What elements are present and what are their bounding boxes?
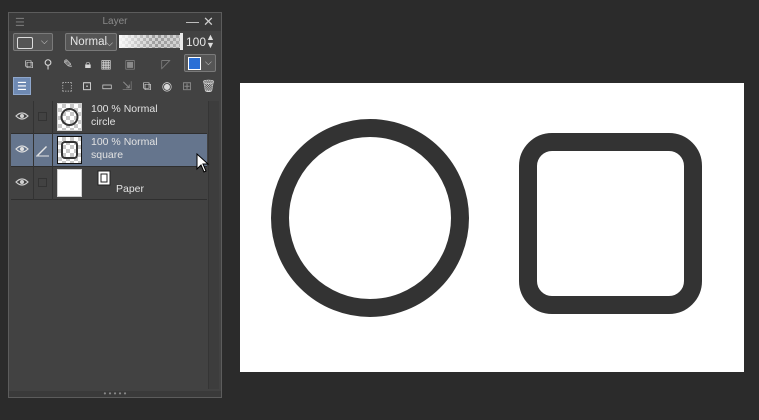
clipping-icon[interactable]: ⧉ — [22, 57, 36, 71]
eye-icon[interactable] — [15, 176, 29, 188]
chevron-down-icon: ⌵ — [106, 38, 113, 48]
drawing-canvas[interactable] — [240, 83, 744, 372]
circle-shape — [271, 119, 469, 317]
reference-layer-icon[interactable]: ⚲ — [41, 57, 55, 71]
ruler-enable-icon[interactable]: ◸ — [159, 57, 173, 71]
layer-opacity-mode: 100 % Normal — [91, 136, 158, 148]
lock-transparency-icon[interactable]: ▦ — [99, 57, 113, 71]
draft-layer-icon[interactable]: ✎ — [61, 57, 75, 71]
new-folder-icon[interactable]: ▭ — [100, 79, 114, 93]
layer-opacity-mode: 100 % Normal — [91, 103, 158, 115]
opacity-value[interactable]: 100 — [186, 35, 206, 49]
layer-panel: ☰ Layer — ✕ ⌵ Normal ⌵ 100 ▲ ▼ ⧉ ⚲ ✎ 🔒︎ ▦… — [8, 12, 222, 398]
layer-list-scrollbar[interactable] — [208, 101, 219, 389]
eye-icon[interactable] — [15, 110, 29, 122]
paper-icon — [97, 170, 111, 186]
layer-row-paper[interactable]: Paper — [11, 167, 207, 200]
mask-enable-icon[interactable]: ▣ — [123, 57, 137, 71]
delete-layer-icon[interactable]: 🗑︎ — [201, 79, 216, 93]
layer-name: circle — [91, 116, 116, 128]
divider — [33, 134, 34, 167]
divider — [52, 134, 53, 167]
combine-with-layer-below-icon[interactable]: ⧉ — [140, 79, 154, 93]
opacity-slider[interactable] — [119, 35, 181, 48]
pen-icon — [36, 146, 49, 157]
layer-name: Paper — [116, 183, 145, 195]
panel-titlebar[interactable]: ☰ Layer — ✕ — [9, 13, 221, 31]
create-layer-mask-icon[interactable]: ◉ — [160, 79, 174, 93]
square-shape — [519, 133, 702, 314]
layer-square-icon — [17, 37, 33, 49]
layer-panel-menu-button[interactable]: ☰ — [13, 77, 31, 95]
layer-thumbnail — [57, 169, 82, 197]
new-vector-layer-icon[interactable]: ⊡ — [80, 79, 94, 93]
blend-mode-value: Normal — [70, 36, 108, 48]
minimize-icon[interactable]: — — [186, 14, 199, 29]
divider — [33, 167, 34, 200]
lock-icon[interactable]: 🔒︎ — [81, 57, 95, 71]
layer-row-square[interactable]: 100 % Normal square — [11, 134, 207, 167]
square-thumbnail-icon — [61, 141, 78, 159]
new-raster-layer-icon[interactable]: ⬚ — [60, 79, 74, 93]
divider — [52, 101, 53, 134]
transfer-to-lower-layer-icon[interactable]: ⇲ — [120, 79, 134, 93]
blend-mode-dropdown[interactable]: Normal ⌵ — [65, 33, 117, 51]
blue-swatch-icon — [188, 57, 201, 70]
mouse-cursor-icon — [196, 153, 210, 173]
chevron-down-icon: ⌵ — [41, 36, 48, 46]
layer-row-circle[interactable]: 100 % Normal circle — [11, 101, 207, 134]
layer-color-dropdown[interactable]: ⌵ — [13, 33, 53, 51]
edit-indicator-box[interactable] — [38, 178, 47, 187]
edit-indicator-box[interactable] — [38, 112, 47, 121]
opacity-stepper[interactable]: ▲ ▼ — [206, 33, 215, 50]
list-icon: ☰ — [17, 81, 27, 93]
layer-name: square — [91, 149, 124, 161]
panel-resize-grip[interactable]: • • • • • — [9, 390, 221, 398]
layer-color-swatch[interactable]: ⌵ — [184, 54, 216, 72]
eye-icon[interactable] — [15, 143, 29, 155]
opacity-slider-handle[interactable] — [180, 33, 183, 50]
apply-mask-icon[interactable]: ⊞ — [180, 79, 194, 93]
divider — [52, 167, 53, 200]
close-icon[interactable]: ✕ — [203, 14, 214, 30]
circle-thumbnail-icon — [60, 108, 79, 126]
layer-thumbnail — [57, 103, 82, 131]
layer-list: 100 % Normal circle 100 % Normal square … — [11, 101, 207, 389]
layer-thumbnail — [57, 136, 82, 164]
canvas-artwork — [271, 119, 702, 317]
divider — [33, 101, 34, 134]
chevron-down-icon: ⌵ — [205, 57, 212, 67]
